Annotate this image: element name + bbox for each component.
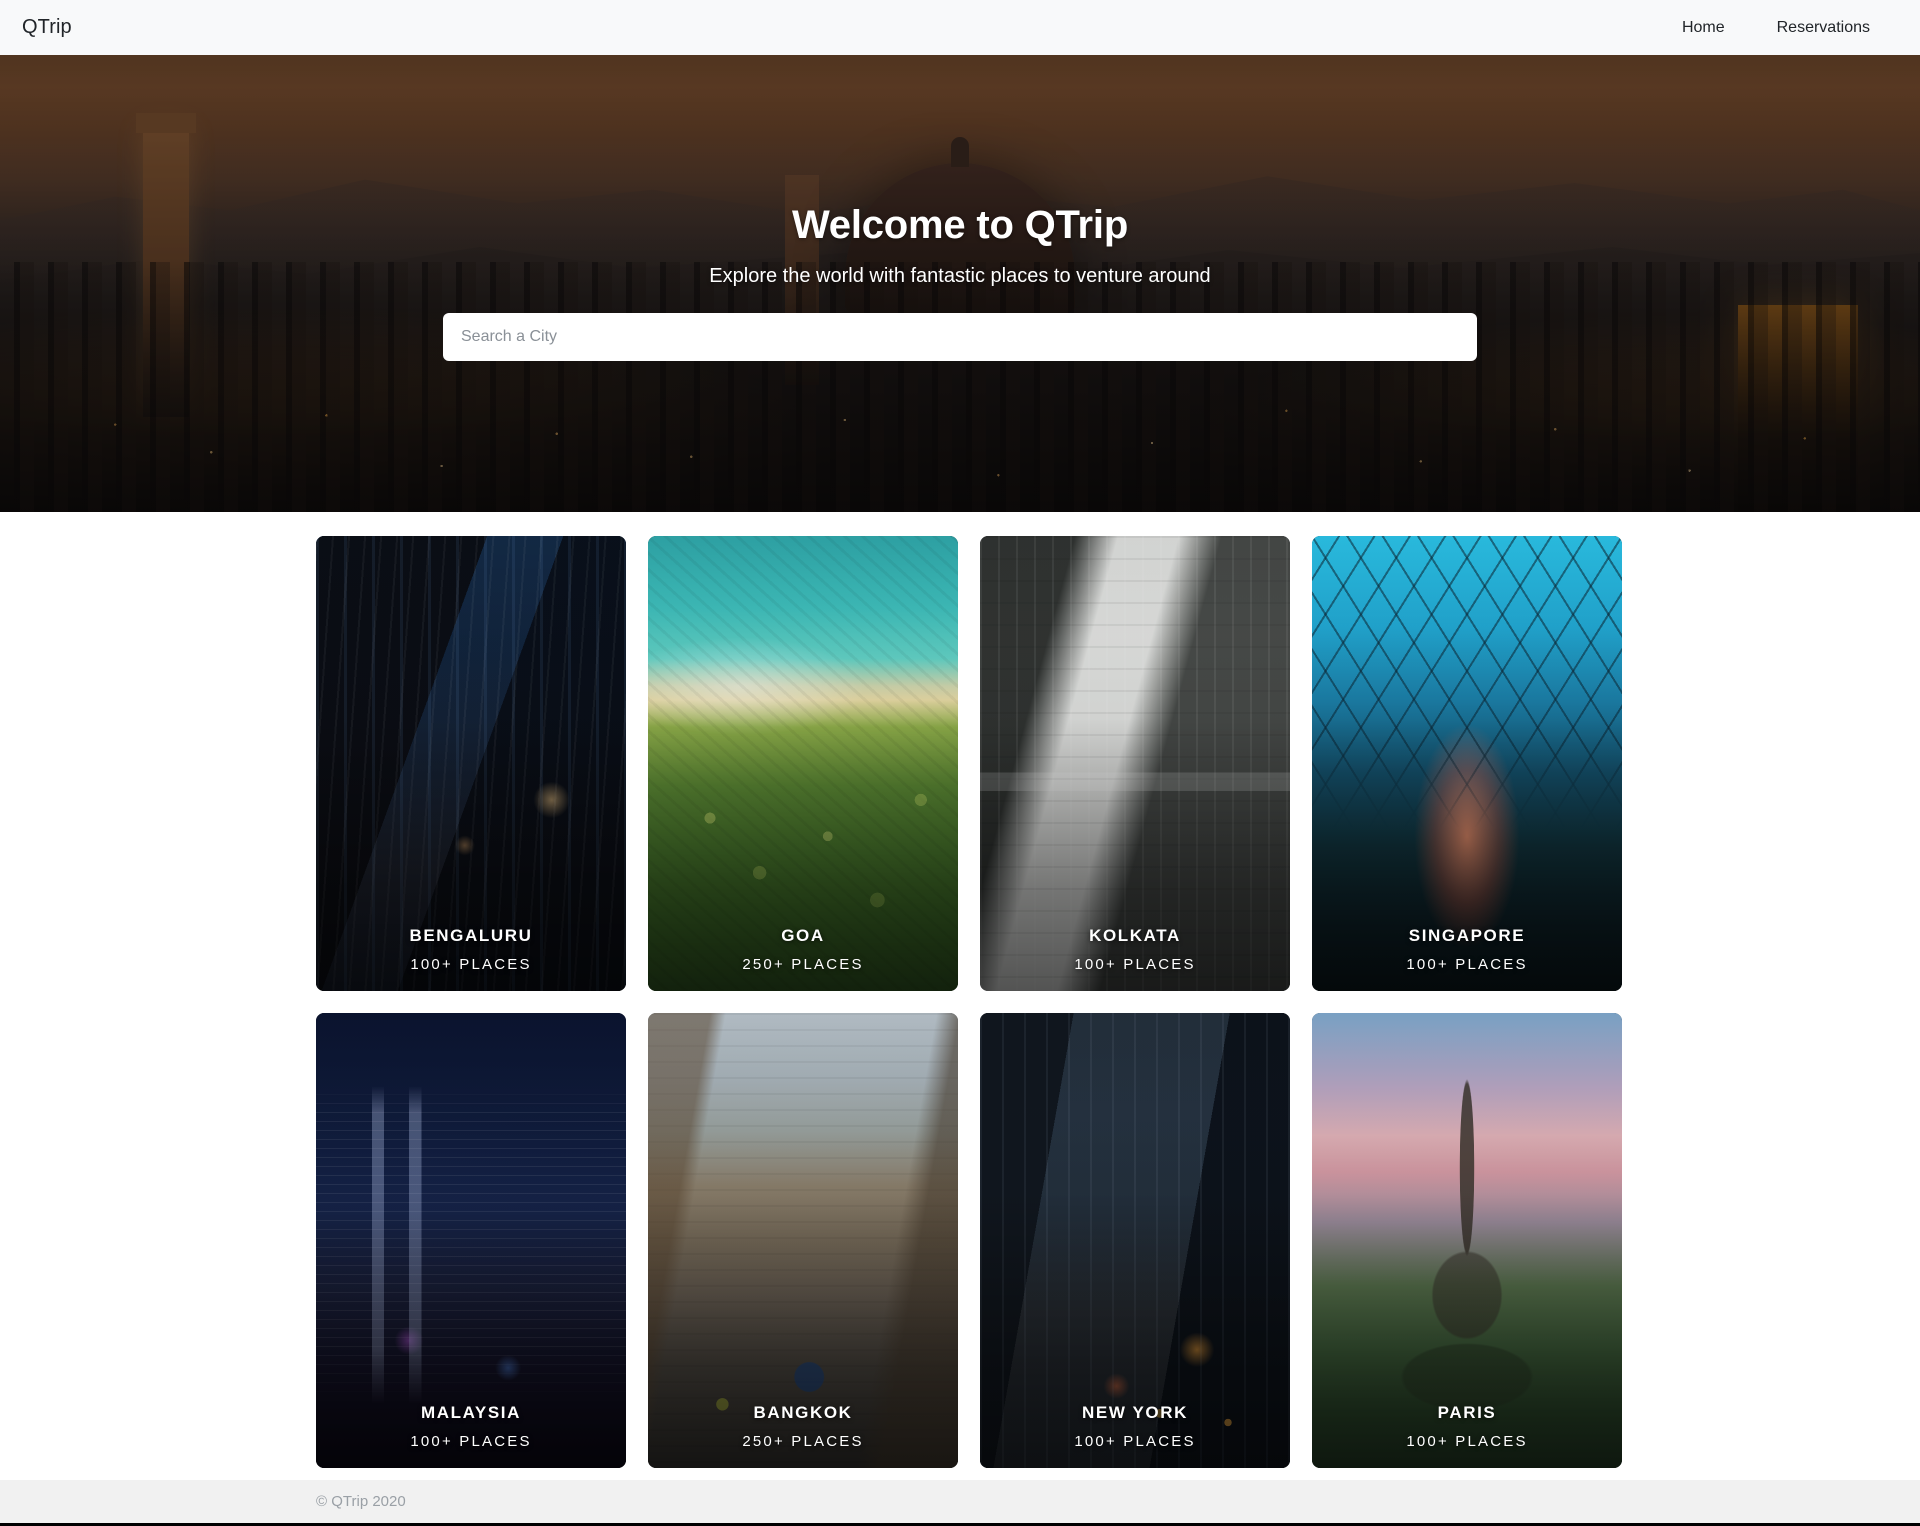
card-gradient-overlay — [648, 1013, 958, 1468]
city-places-count: 100+ PLACES — [1406, 956, 1528, 973]
city-places-count: 100+ PLACES — [1074, 1433, 1196, 1450]
city-name: BANGKOK — [753, 1403, 853, 1422]
city-name: SINGAPORE — [1408, 926, 1526, 945]
card-caption: BANGKOK 250+ PLACES — [648, 1403, 958, 1450]
footer-copyright: © QTrip 2020 — [316, 1493, 406, 1510]
card-gradient-overlay — [1312, 1013, 1622, 1468]
city-places-count: 100+ PLACES — [1406, 1433, 1528, 1450]
card-caption: PARIS 100+ PLACES — [1312, 1403, 1622, 1450]
card-gradient-overlay — [648, 536, 958, 991]
city-card-bangkok[interactable]: BANGKOK 250+ PLACES — [648, 1013, 958, 1468]
city-places-count: 100+ PLACES — [410, 1433, 532, 1450]
city-card-kolkata[interactable]: KOLKATA 100+ PLACES — [980, 536, 1290, 991]
brand-logo[interactable]: QTrip — [12, 16, 72, 39]
city-card-singapore[interactable]: SINGAPORE 100+ PLACES — [1312, 536, 1622, 991]
city-card-new-york[interactable]: NEW YORK 100+ PLACES — [980, 1013, 1290, 1468]
card-gradient-overlay — [980, 1013, 1290, 1468]
hero-subtitle: Explore the world with fantastic places … — [709, 265, 1211, 287]
card-gradient-overlay — [1312, 536, 1622, 991]
card-caption: KOLKATA 100+ PLACES — [980, 926, 1290, 973]
card-caption: GOA 250+ PLACES — [648, 926, 958, 973]
city-card-malaysia[interactable]: MALAYSIA 100+ PLACES — [316, 1013, 626, 1468]
card-caption: NEW YORK 100+ PLACES — [980, 1403, 1290, 1450]
city-places-count: 250+ PLACES — [742, 956, 864, 973]
card-caption: BENGALURU 100+ PLACES — [316, 926, 626, 973]
nav-links: Home Reservations — [1656, 11, 1896, 45]
search-input[interactable] — [443, 313, 1477, 361]
hero-title: Welcome to QTrip — [791, 203, 1129, 247]
card-caption: SINGAPORE 100+ PLACES — [1312, 926, 1622, 973]
city-places-count: 100+ PLACES — [410, 956, 532, 973]
card-caption: MALAYSIA 100+ PLACES — [316, 1403, 626, 1450]
card-gradient-overlay — [316, 536, 626, 991]
city-name: MALAYSIA — [420, 1403, 522, 1422]
city-places-count: 100+ PLACES — [1074, 956, 1196, 973]
city-places-count: 250+ PLACES — [742, 1433, 864, 1450]
city-name: PARIS — [1437, 1403, 1497, 1422]
city-name: BENGALURU — [409, 926, 533, 945]
city-grid-section: BENGALURU 100+ PLACES GOA 250+ PLACES KO… — [0, 512, 1920, 1468]
nav-link-home[interactable]: Home — [1656, 11, 1751, 45]
city-name: KOLKATA — [1089, 926, 1181, 945]
city-card-bengaluru[interactable]: BENGALURU 100+ PLACES — [316, 536, 626, 991]
city-card-goa[interactable]: GOA 250+ PLACES — [648, 536, 958, 991]
navbar: QTrip Home Reservations — [0, 0, 1920, 55]
hero-content: Welcome to QTrip Explore the world with … — [0, 55, 1920, 512]
city-card-paris[interactable]: PARIS 100+ PLACES — [1312, 1013, 1622, 1468]
city-grid: BENGALURU 100+ PLACES GOA 250+ PLACES KO… — [316, 536, 1622, 1468]
footer: © QTrip 2020 — [0, 1480, 1920, 1526]
card-gradient-overlay — [980, 536, 1290, 991]
city-name: GOA — [781, 926, 825, 945]
search-wrapper — [443, 313, 1477, 361]
city-name: NEW YORK — [1082, 1403, 1188, 1422]
hero-banner: Welcome to QTrip Explore the world with … — [0, 55, 1920, 512]
card-gradient-overlay — [316, 1013, 626, 1468]
nav-link-reservations[interactable]: Reservations — [1751, 11, 1896, 45]
